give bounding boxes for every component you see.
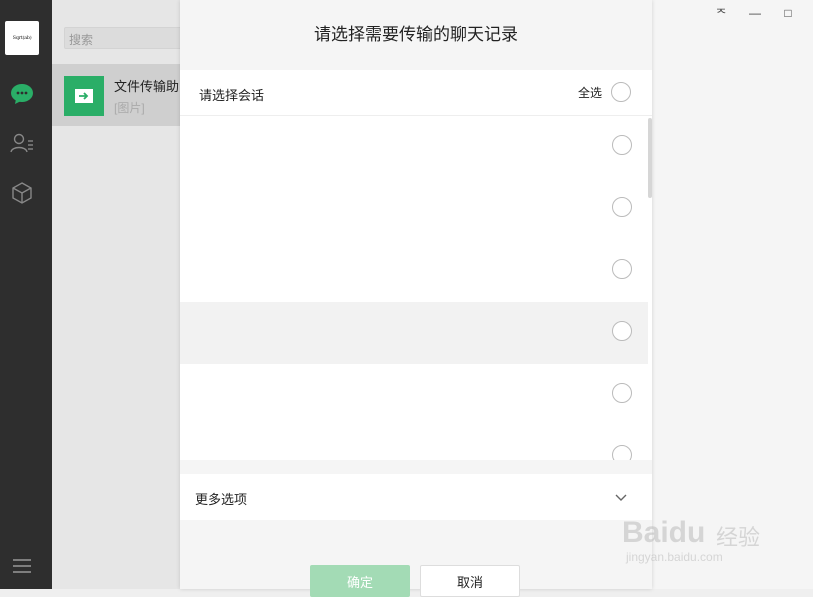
watermark-url: jingyan.baidu.com <box>626 550 723 564</box>
select-all-label[interactable]: 全选 <box>578 84 602 101</box>
select-conversation-label: 请选择会话 <box>199 88 265 103</box>
pin-icon[interactable]: ᅐ <box>714 6 728 21</box>
confirm-button[interactable]: 确定 <box>310 565 410 597</box>
list-scrollbar[interactable] <box>648 118 652 198</box>
chat-icon[interactable] <box>9 81 35 107</box>
baidu-watermark: Baidu 经验 jingyan.baidu.com <box>622 498 772 573</box>
chat-item-preview: [图片] <box>114 101 145 115</box>
more-options-row[interactable]: 更多选项 <box>180 474 652 520</box>
watermark-brand: Baidu <box>622 516 706 549</box>
select-all-radio[interactable] <box>611 82 631 102</box>
menu-icon[interactable] <box>12 557 32 575</box>
wechat-window: Sqrt(ab) 搜索 文件传输助 [图片] ᅐ — □ 请选择需要传输的聊天记… <box>0 0 813 597</box>
conversation-radio[interactable] <box>612 321 632 341</box>
conversation-row[interactable] <box>180 116 648 178</box>
select-conversation-header: 请选择会话 全选 <box>180 70 652 116</box>
favorites-cube-icon[interactable] <box>9 180 35 206</box>
conversation-radio[interactable] <box>612 135 632 155</box>
conversation-row[interactable] <box>180 426 648 460</box>
file-transfer-icon <box>64 76 104 116</box>
contacts-icon[interactable] <box>9 130 35 156</box>
chat-item-file-transfer[interactable]: 文件传输助 [图片] <box>52 64 180 126</box>
watermark-brand-cn: 经验 <box>716 525 761 550</box>
left-nav: Sqrt(ab) <box>0 0 52 589</box>
transfer-dialog: 请选择需要传输的聊天记录 请选择会话 全选 更多选项 确定 取消 <box>180 0 652 597</box>
chat-item-name: 文件传输助 <box>114 79 180 94</box>
cancel-button[interactable]: 取消 <box>420 565 520 597</box>
dialog-title: 请选择需要传输的聊天记录 <box>314 25 518 44</box>
conversation-radio[interactable] <box>612 197 632 217</box>
conversation-row[interactable] <box>180 240 648 302</box>
conversation-row[interactable] <box>180 302 648 364</box>
avatar-text: Sqrt(ab) <box>12 35 32 41</box>
conversation-radio[interactable] <box>612 259 632 279</box>
maximize-icon[interactable]: □ <box>781 6 795 20</box>
conversation-radio[interactable] <box>612 383 632 403</box>
search-input[interactable]: 搜索 <box>64 27 194 49</box>
conversation-row[interactable] <box>180 364 648 426</box>
avatar[interactable]: Sqrt(ab) <box>5 21 39 55</box>
minimize-icon[interactable]: — <box>748 6 762 20</box>
conversation-list <box>180 116 652 460</box>
chat-list-panel: 搜索 文件传输助 [图片] <box>52 0 194 589</box>
conversation-radio[interactable] <box>612 445 632 460</box>
more-options-label: 更多选项 <box>195 492 248 507</box>
conversation-row[interactable] <box>180 178 648 240</box>
